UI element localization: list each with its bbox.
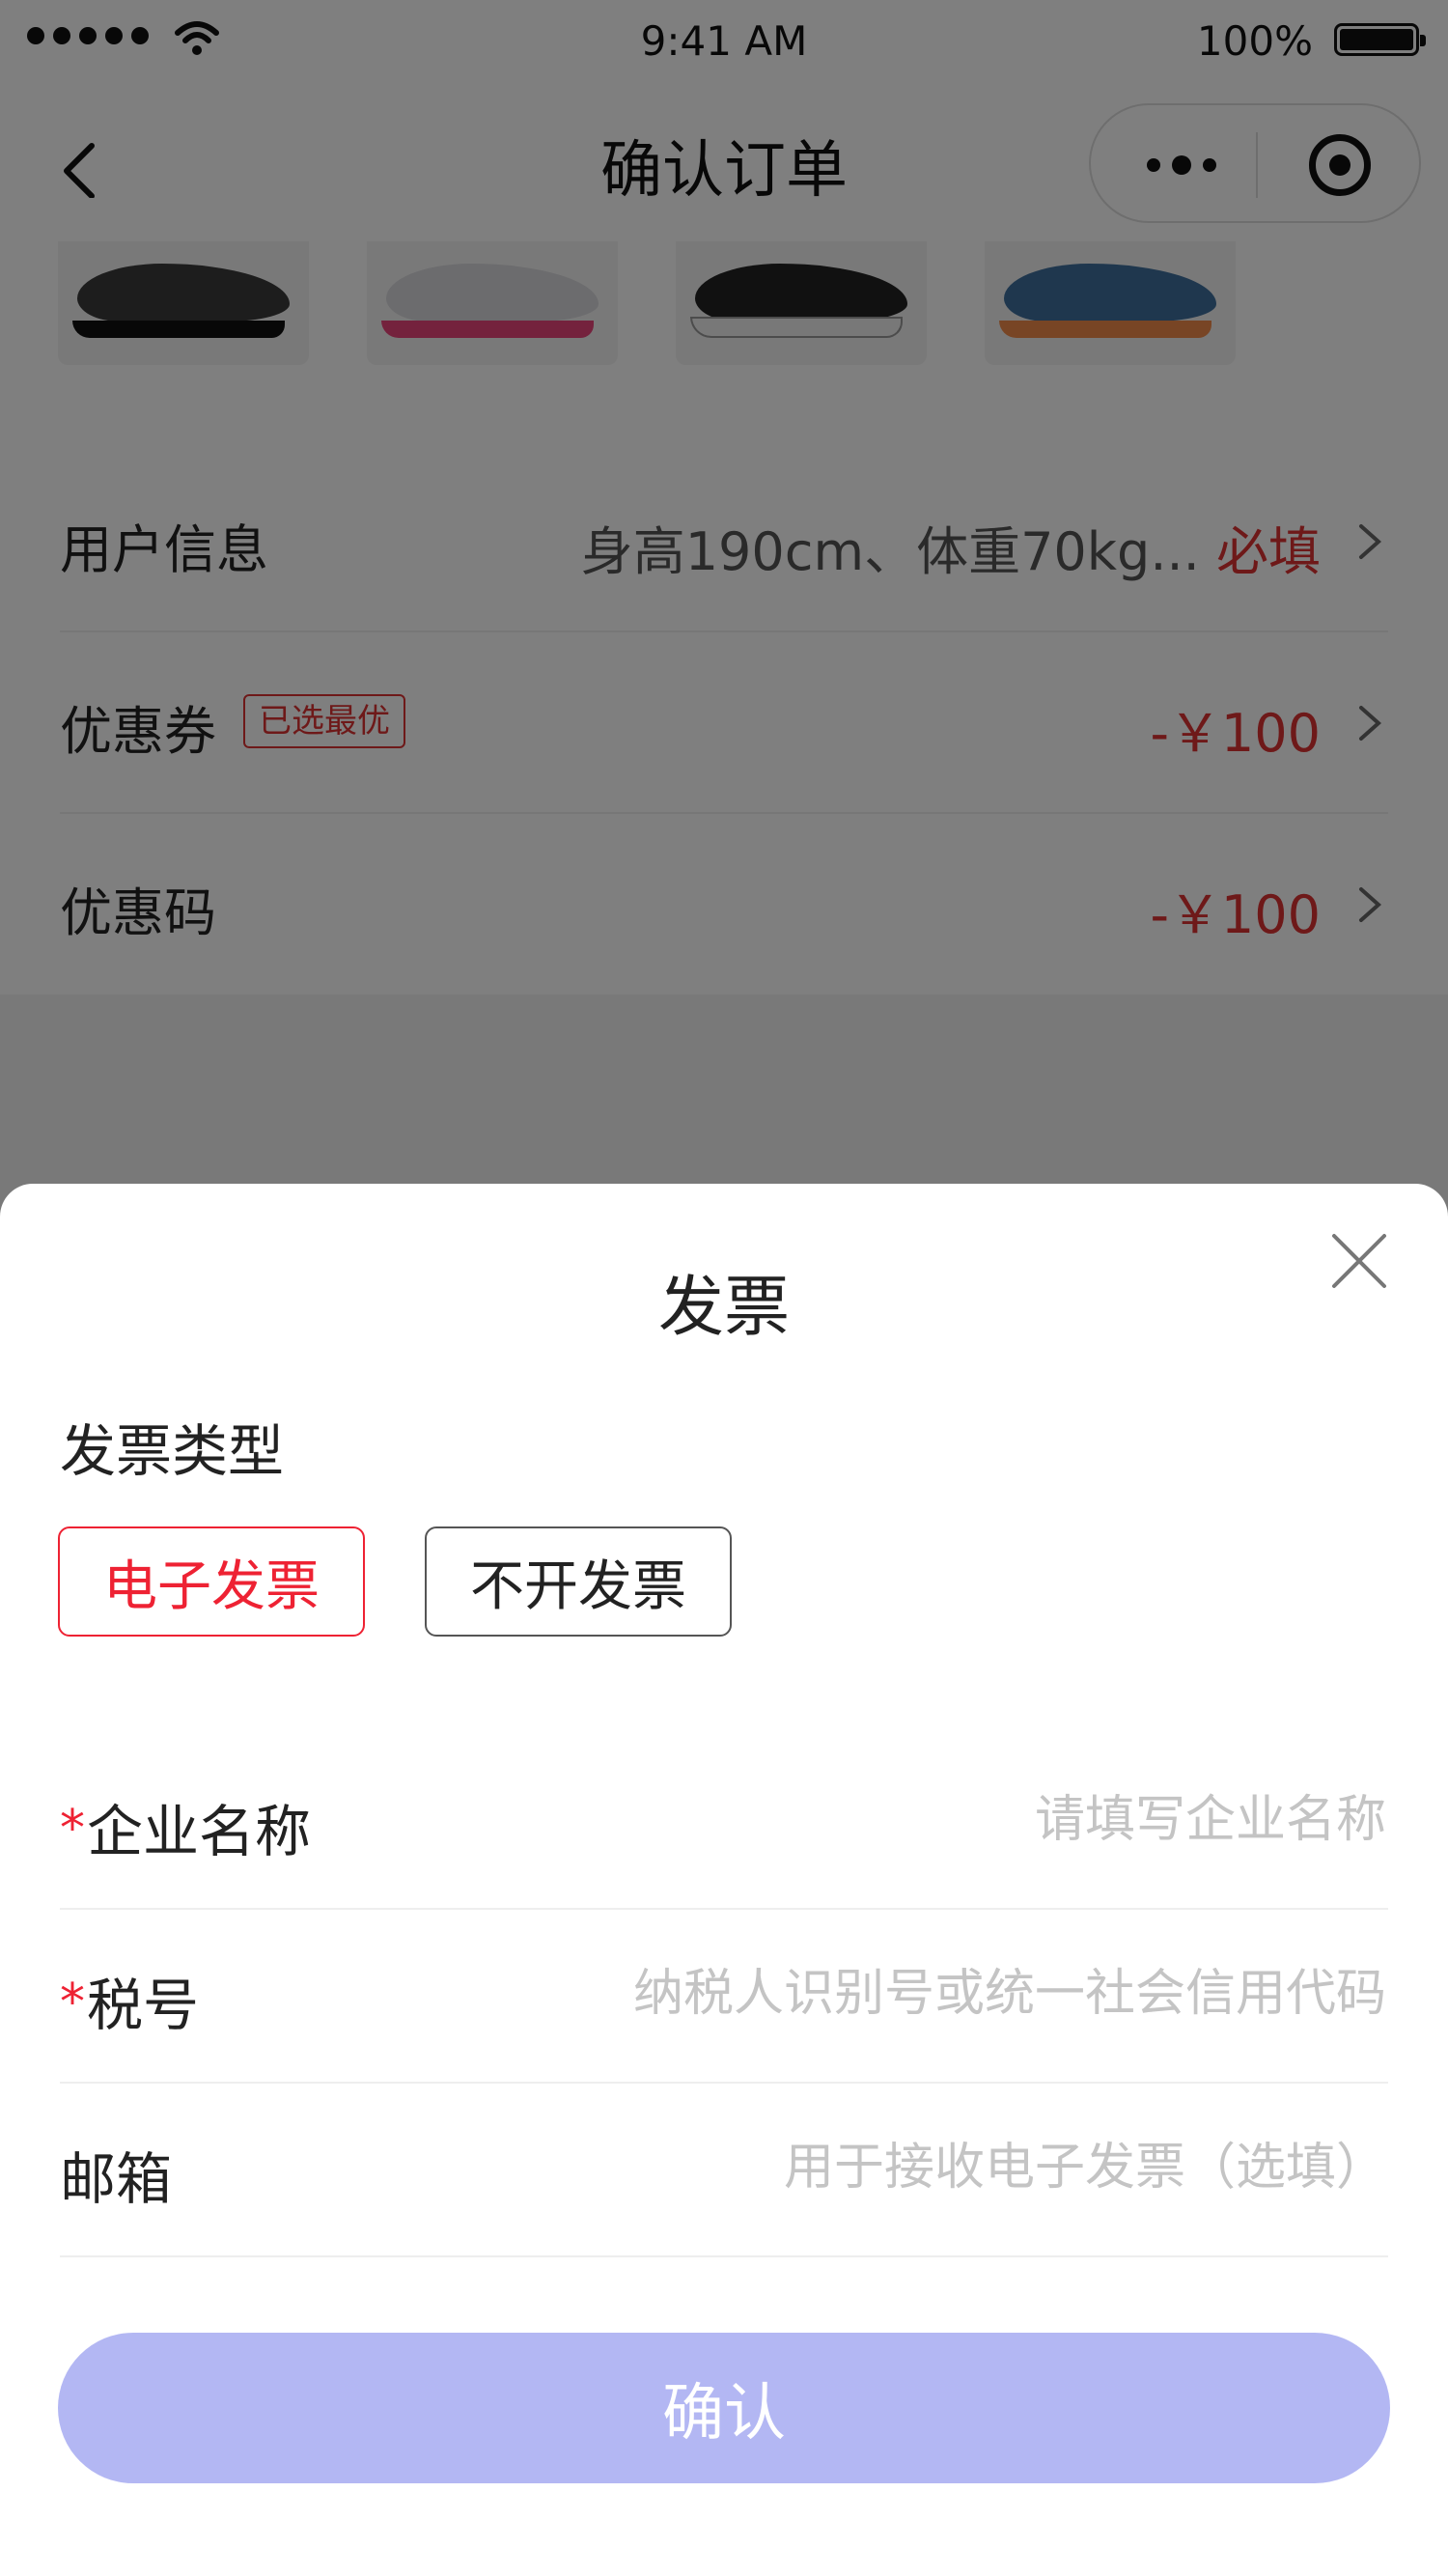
tax-number-input[interactable] xyxy=(515,1954,1388,2033)
invoice-type-label: 发票类型 xyxy=(60,1418,285,1484)
email-input[interactable] xyxy=(515,2128,1388,2207)
company-name-input[interactable] xyxy=(515,1780,1388,1860)
tax-number-label: *税号 xyxy=(60,1973,200,2038)
required-star: * xyxy=(60,1800,85,1858)
order-confirm-screen: 9:41 AM 100% 确认订单 xyxy=(0,0,1448,2576)
company-name-label: *企业名称 xyxy=(60,1799,312,1864)
company-name-field: *企业名称 xyxy=(60,1734,1388,1910)
close-icon[interactable] xyxy=(1328,1230,1390,1292)
email-label: 邮箱 xyxy=(60,2146,173,2212)
no-invoice-option[interactable]: 不开发票 xyxy=(425,1526,732,1637)
invoice-sheet: 发票 发票类型 电子发票 不开发票 *企业名称 *税号 邮箱 确认 xyxy=(0,1184,1448,2576)
required-star: * xyxy=(60,1974,85,2031)
email-field: 邮箱 xyxy=(60,2082,1388,2257)
electronic-invoice-option[interactable]: 电子发票 xyxy=(58,1526,365,1637)
confirm-button[interactable]: 确认 xyxy=(58,2333,1390,2483)
sheet-title: 发票 xyxy=(657,1270,790,1346)
tax-number-field: *税号 xyxy=(60,1908,1388,2084)
